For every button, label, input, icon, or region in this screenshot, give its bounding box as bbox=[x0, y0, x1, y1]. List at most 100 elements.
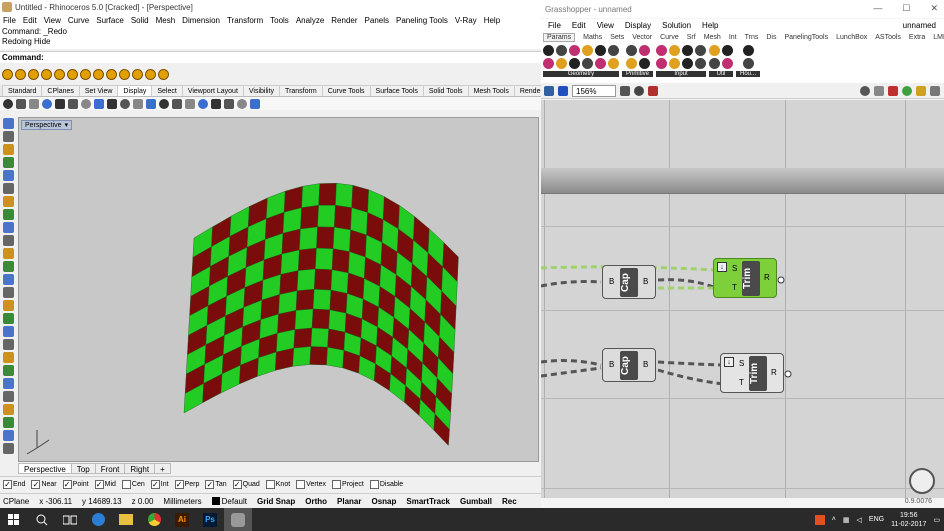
left-tool-icon[interactable] bbox=[2, 378, 14, 389]
viewport-tab-right[interactable]: Right bbox=[124, 462, 156, 474]
param-icon[interactable] bbox=[625, 45, 637, 56]
tab-cplanes[interactable]: CPlanes bbox=[41, 85, 80, 96]
illustrator-icon[interactable]: Ai bbox=[168, 508, 196, 531]
menu-item-tools[interactable]: Tools bbox=[270, 16, 289, 25]
param-icon[interactable] bbox=[582, 58, 593, 69]
left-tool-icon[interactable] bbox=[2, 261, 14, 272]
display-tool-icon[interactable] bbox=[42, 98, 52, 109]
gh-canvas[interactable]: B Cap B ↓ S T Trim R B Cap B ↓ S T Trim … bbox=[541, 100, 944, 498]
eye-icon[interactable] bbox=[634, 85, 644, 96]
menu-item-v-ray[interactable]: V-Ray bbox=[455, 16, 477, 25]
display-tool-icon[interactable] bbox=[3, 98, 13, 109]
status-layer[interactable]: Default bbox=[211, 497, 247, 506]
toolbar-tool-icon[interactable] bbox=[28, 68, 39, 80]
tab-set-view[interactable]: Set View bbox=[78, 85, 119, 96]
left-tool-icon[interactable] bbox=[2, 352, 14, 363]
ribbon-group-label[interactable]: Input bbox=[656, 71, 707, 77]
tab-surface-tools[interactable]: Surface Tools bbox=[369, 85, 424, 96]
param-icon[interactable] bbox=[669, 58, 681, 69]
ribbon-group-label[interactable]: Geometry bbox=[543, 71, 619, 77]
display-tool-icon[interactable] bbox=[172, 98, 182, 109]
checkbox[interactable]: ✓ bbox=[174, 480, 184, 489]
display-tool-icon[interactable] bbox=[55, 98, 65, 109]
param-icon[interactable] bbox=[669, 45, 681, 56]
rhino-taskbar-icon[interactable] bbox=[224, 508, 252, 531]
toggle-planar[interactable]: Planar bbox=[337, 497, 361, 506]
param-icon[interactable] bbox=[682, 45, 694, 56]
toolbar-tool-icon[interactable] bbox=[119, 68, 130, 80]
checkbox[interactable]: ✓ bbox=[94, 480, 104, 489]
param-icon[interactable] bbox=[722, 58, 734, 69]
toolbar-tool-icon[interactable] bbox=[93, 68, 104, 80]
param-icon[interactable] bbox=[722, 45, 734, 56]
tab-viewport-layout[interactable]: Viewport Layout bbox=[181, 85, 244, 96]
left-tool-icon[interactable] bbox=[2, 144, 14, 155]
left-tool-icon[interactable] bbox=[2, 443, 14, 454]
notification-app-icon[interactable] bbox=[814, 514, 825, 525]
save-icon[interactable] bbox=[558, 85, 568, 96]
gh-tab-srf[interactable]: Srf bbox=[687, 34, 696, 41]
display-tool-icon[interactable] bbox=[94, 98, 104, 109]
osnap-perp[interactable]: ✓ Perp bbox=[174, 480, 199, 489]
osnap-near[interactable]: ✓ Near bbox=[31, 480, 57, 489]
gh-tab-panelingtools[interactable]: PanelingTools bbox=[785, 34, 829, 41]
trim-component-1[interactable]: ↓ S T Trim R bbox=[713, 258, 777, 298]
osnap-disable[interactable]: Disable bbox=[369, 480, 403, 489]
cap-component-1[interactable]: B Cap B bbox=[602, 265, 656, 299]
gh-menu-solution[interactable]: Solution bbox=[662, 21, 691, 30]
left-tool-icon[interactable] bbox=[2, 300, 14, 311]
left-tool-icon[interactable] bbox=[2, 196, 14, 207]
mesh-quality-icon[interactable] bbox=[916, 85, 926, 96]
shaded-preview-icon[interactable] bbox=[874, 85, 884, 96]
param-icon[interactable] bbox=[582, 45, 593, 56]
menu-item-file[interactable]: File bbox=[3, 16, 16, 25]
param-icon[interactable] bbox=[695, 58, 707, 69]
command-line[interactable]: Command: bbox=[0, 51, 541, 63]
display-tool-icon[interactable] bbox=[16, 98, 26, 109]
display-tool-icon[interactable] bbox=[185, 98, 195, 109]
left-tool-icon[interactable] bbox=[2, 287, 14, 298]
param-icon[interactable] bbox=[543, 45, 554, 56]
add-viewport-icon[interactable]: + bbox=[154, 462, 171, 474]
viewport-tab-perspective[interactable]: Perspective bbox=[18, 462, 72, 474]
menu-item-curve[interactable]: Curve bbox=[68, 16, 89, 25]
gh-tab-curve[interactable]: Curve bbox=[660, 34, 679, 41]
left-tool-icon[interactable] bbox=[2, 339, 14, 350]
zoom-select[interactable]: 156% bbox=[572, 84, 616, 97]
param-icon[interactable] bbox=[625, 58, 637, 69]
viewport-tab-front[interactable]: Front bbox=[94, 462, 126, 474]
toolbar-tool-icon[interactable] bbox=[106, 68, 117, 80]
toolbar-tool-icon[interactable] bbox=[80, 68, 91, 80]
edge-icon[interactable] bbox=[84, 508, 112, 531]
left-tool-icon[interactable] bbox=[2, 222, 14, 233]
menu-item-mesh[interactable]: Mesh bbox=[156, 16, 176, 25]
param-icon[interactable] bbox=[608, 58, 619, 69]
clock[interactable]: 19:56 11-02-2017 bbox=[891, 511, 926, 529]
param-icon[interactable] bbox=[638, 45, 650, 56]
toolbar-tool-icon[interactable] bbox=[54, 68, 65, 80]
toggle-icon[interactable] bbox=[930, 85, 940, 96]
gh-tab-lunchbox[interactable]: LunchBox bbox=[836, 34, 867, 41]
osnap-quad[interactable]: ✓ Quad bbox=[232, 480, 260, 489]
navigation-widget-icon[interactable] bbox=[909, 468, 935, 494]
left-tool-icon[interactable] bbox=[2, 365, 14, 376]
gh-menu-edit[interactable]: Edit bbox=[572, 21, 586, 30]
toggle-ortho[interactable]: Ortho bbox=[305, 497, 327, 506]
checkbox[interactable] bbox=[121, 480, 131, 489]
display-tool-icon[interactable] bbox=[133, 98, 143, 109]
photoshop-icon[interactable]: Ps bbox=[196, 508, 224, 531]
param-icon[interactable] bbox=[569, 45, 580, 56]
left-tool-icon[interactable] bbox=[2, 235, 14, 246]
menu-item-solid[interactable]: Solid bbox=[131, 16, 149, 25]
task-view-icon[interactable] bbox=[56, 508, 84, 531]
param-icon[interactable] bbox=[556, 58, 567, 69]
left-tool-icon[interactable] bbox=[2, 391, 14, 402]
minimize-icon[interactable]: — bbox=[873, 3, 882, 14]
tab-curve-tools[interactable]: Curve Tools bbox=[321, 85, 371, 96]
display-tool-icon[interactable] bbox=[68, 98, 78, 109]
menu-item-dimension[interactable]: Dimension bbox=[182, 16, 220, 25]
checkbox[interactable]: ✓ bbox=[205, 480, 215, 489]
display-tool-icon[interactable] bbox=[81, 98, 91, 109]
display-tool-icon[interactable] bbox=[29, 98, 39, 109]
toggle-smarttrack[interactable]: SmartTrack bbox=[406, 497, 450, 506]
